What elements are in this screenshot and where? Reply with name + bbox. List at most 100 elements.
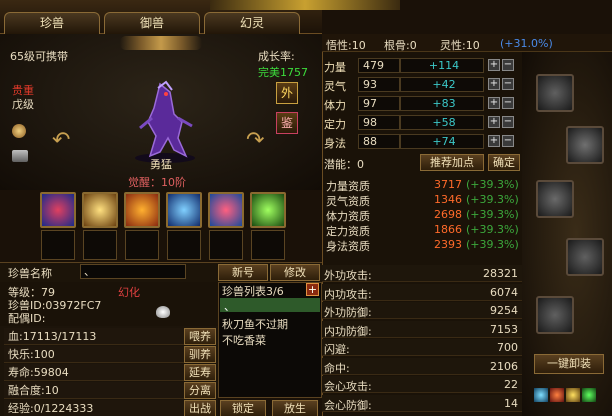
pet-list-item[interactable]: 、 — [220, 298, 320, 313]
aptitude-bonus: (+39.3%) — [466, 193, 519, 206]
pet-name: 勇猛 — [150, 158, 172, 171]
deploy-button[interactable]: 出战 — [184, 400, 216, 416]
tab-pet[interactable]: 珍兽 — [4, 12, 100, 34]
pet-list-add-button[interactable]: + — [306, 283, 319, 296]
attr-bonus: +83 — [400, 96, 484, 111]
extend-life-button[interactable]: 延寿 — [184, 364, 216, 381]
rename-button[interactable]: 新号 — [218, 264, 268, 281]
attr-label: 体力 — [324, 99, 346, 112]
buff-icon — [566, 388, 580, 402]
combat-value: 700 — [497, 341, 518, 354]
wisdom-stat: 悟性:10 — [326, 39, 366, 52]
blue-beast-skill-icon[interactable] — [40, 192, 76, 228]
skill-slot-empty[interactable] — [251, 230, 285, 260]
buff-icon — [582, 388, 596, 402]
attr-minus-button[interactable]: − — [502, 97, 514, 109]
attr-plus-button[interactable]: + — [488, 135, 500, 147]
attr-label: 灵气 — [324, 80, 346, 93]
skill-slot-empty[interactable] — [209, 230, 243, 260]
buff-icon — [550, 388, 564, 402]
gold-warrior-skill-icon[interactable] — [82, 192, 118, 228]
fusion-value: 融合度:10 — [4, 382, 184, 399]
pet-awaken-level: 觉醒：10阶 — [128, 176, 186, 189]
potential-points: 潜能：0 — [324, 158, 364, 171]
confirm-button[interactable]: 确定 — [488, 154, 520, 171]
heart-icon — [156, 306, 170, 318]
combat-value: 6074 — [490, 285, 518, 299]
attr-base: 93 — [358, 77, 400, 92]
rotate-left-arrow-icon[interactable]: ↶ — [52, 128, 70, 153]
fang-icon[interactable] — [566, 238, 604, 276]
attr-plus-button[interactable]: + — [488, 78, 500, 90]
attr-bonus: +58 — [400, 115, 484, 130]
combat-label: 闪避: — [324, 343, 350, 356]
aptitude-label: 定力资质 — [326, 225, 370, 238]
combat-value: 22 — [504, 378, 518, 391]
lock-button[interactable]: 锁定 — [220, 400, 266, 416]
aptitude-value: 2393 — [434, 238, 462, 251]
aptitude-value: 1346 — [434, 193, 462, 206]
recommend-points-button[interactable]: 推荐加点 — [420, 154, 484, 171]
rotate-right-arrow-icon[interactable]: ↷ — [246, 128, 264, 153]
combat-label: 外功攻击: — [324, 269, 372, 282]
pet-grade: 戊级 — [12, 98, 34, 111]
feed-button[interactable]: 喂养 — [184, 328, 216, 345]
combat-label: 外功防御: — [324, 306, 372, 319]
pet-carry-level: 65级可携带 — [10, 50, 68, 63]
root-stat: 根骨:0 — [384, 39, 417, 52]
aptitude-value: 3717 — [434, 178, 462, 191]
skill-slot-empty[interactable] — [125, 230, 159, 260]
attr-bonus: +74 — [400, 134, 484, 149]
fire-skill-icon[interactable] — [124, 192, 160, 228]
release-button[interactable]: 放生 — [272, 400, 318, 416]
attr-minus-button[interactable]: − — [502, 78, 514, 90]
blade-tail-icon[interactable] — [536, 296, 574, 334]
tab-illusion[interactable]: 幻灵 — [204, 12, 300, 34]
aptitude-bonus: (+39.3%) — [466, 223, 519, 236]
green-poison-skill-icon[interactable] — [250, 192, 286, 228]
aptitude-label: 灵气资质 — [326, 195, 370, 208]
lock-icon[interactable] — [12, 150, 28, 162]
window-title-ornament — [210, 0, 400, 10]
appraise-button[interactable]: 鉴 — [276, 112, 298, 134]
spirit-stat: 灵性:10 — [440, 39, 480, 52]
pet-name-input[interactable]: 、 — [80, 264, 186, 279]
attr-bonus: +114 — [400, 58, 484, 73]
transform-link[interactable]: 幻化 — [118, 284, 140, 300]
attr-plus-button[interactable]: + — [488, 116, 500, 128]
attr-base: 88 — [358, 134, 400, 149]
pet-list-item[interactable]: 不吃香菜 — [222, 332, 266, 348]
aptitude-label: 力量资质 — [326, 180, 370, 193]
attr-minus-button[interactable]: − — [502, 116, 514, 128]
outer-button[interactable]: 外 — [276, 82, 298, 104]
attr-base: 97 — [358, 96, 400, 111]
pet-model-image — [135, 80, 195, 163]
tab-tame[interactable]: 御兽 — [104, 12, 200, 34]
ice-skill-icon[interactable] — [166, 192, 202, 228]
scale-armor-icon[interactable] — [536, 180, 574, 218]
attr-base: 98 — [358, 115, 400, 130]
attr-bonus: +42 — [400, 77, 484, 92]
separate-button[interactable]: 分离 — [184, 382, 216, 399]
attr-plus-button[interactable]: + — [488, 97, 500, 109]
partner-id: 配偶ID: — [8, 312, 46, 325]
talon-icon[interactable] — [566, 126, 604, 164]
train-button[interactable]: 驯养 — [184, 346, 216, 363]
pet-list-item[interactable]: 秋刀鱼不过期 — [222, 316, 288, 332]
aptitude-value: 1866 — [434, 223, 462, 236]
pet-name-label: 珍兽名称 — [8, 267, 52, 280]
attr-minus-button[interactable]: − — [502, 135, 514, 147]
attr-plus-button[interactable]: + — [488, 59, 500, 71]
coin-icon[interactable] — [12, 124, 26, 138]
combat-value: 28321 — [483, 267, 518, 280]
water-orb-skill-icon[interactable] — [208, 192, 244, 228]
skill-slot-empty[interactable] — [83, 230, 117, 260]
modify-button[interactable]: 修改 — [270, 264, 320, 281]
happiness-value: 快乐:100 — [4, 346, 184, 363]
attr-minus-button[interactable]: − — [502, 59, 514, 71]
claw-armor-icon[interactable] — [536, 74, 574, 112]
skill-slot-empty[interactable] — [41, 230, 75, 260]
skill-slot-empty[interactable] — [167, 230, 201, 260]
exp-value: 经验:0/1224333 — [4, 400, 184, 416]
unequip-all-button[interactable]: 一键卸装 — [534, 354, 604, 374]
